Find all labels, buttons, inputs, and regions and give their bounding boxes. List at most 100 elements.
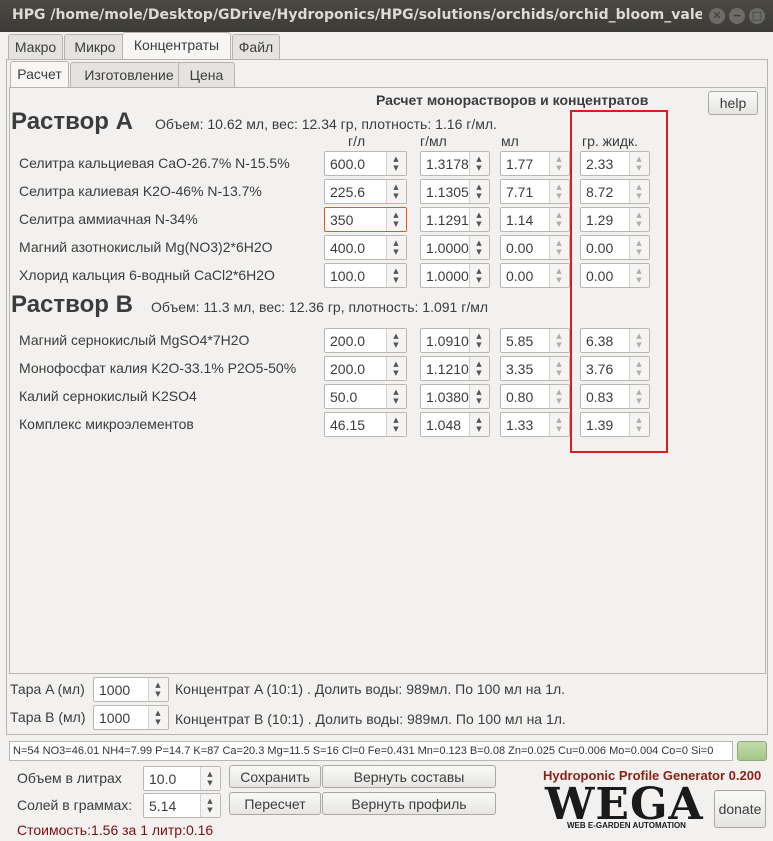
grams-per-liter-input[interactable] <box>325 264 388 287</box>
milliliters-input[interactable] <box>501 264 551 287</box>
grams-per-liter-input[interactable] <box>325 152 388 175</box>
spin-down-icon[interactable]: ▼ <box>555 341 563 349</box>
spin-down-icon[interactable]: ▼ <box>392 220 400 228</box>
spin-down-icon[interactable]: ▼ <box>392 369 400 377</box>
milliliters-input[interactable] <box>501 208 551 231</box>
spin-down-icon[interactable]: ▼ <box>154 718 162 726</box>
spin-up-icon[interactable]: ▲ <box>555 388 563 396</box>
spin-down-icon[interactable]: ▼ <box>392 397 400 405</box>
grams-per-liter-input[interactable] <box>325 385 388 408</box>
restore-profile-button[interactable]: Вернуть профиль <box>322 792 496 815</box>
spin-up-icon[interactable]: ▲ <box>475 416 483 424</box>
spin-up-icon[interactable]: ▲ <box>555 211 563 219</box>
spin-down-icon[interactable]: ▼ <box>392 341 400 349</box>
spin-down-icon[interactable]: ▼ <box>475 164 483 172</box>
milliliters-input[interactable] <box>501 413 551 436</box>
spin-down-icon[interactable]: ▼ <box>475 276 483 284</box>
tab-calculation[interactable]: Расчет <box>10 61 69 88</box>
spin-up-icon[interactable]: ▲ <box>555 332 563 340</box>
spin-down-icon[interactable]: ▼ <box>475 220 483 228</box>
spin-up-icon[interactable]: ▲ <box>475 155 483 163</box>
density-input[interactable] <box>421 236 471 259</box>
grams-per-liter-input[interactable] <box>325 208 388 231</box>
spin-up-icon[interactable]: ▲ <box>206 797 214 805</box>
maximize-icon[interactable]: □ <box>749 8 765 24</box>
tara-a-input[interactable] <box>94 678 150 701</box>
volume-input[interactable] <box>144 767 202 790</box>
spin-up-icon[interactable]: ▲ <box>206 770 214 778</box>
spin-down-icon[interactable]: ▼ <box>555 248 563 256</box>
tara-b-input[interactable] <box>94 706 150 729</box>
density-input[interactable] <box>421 208 471 231</box>
help-button[interactable]: help <box>708 91 758 115</box>
density-input[interactable] <box>421 180 471 203</box>
salts-input[interactable] <box>144 794 202 817</box>
grams-per-liter-input[interactable] <box>325 180 388 203</box>
minimize-icon[interactable]: − <box>729 8 745 24</box>
spin-down-icon[interactable]: ▼ <box>392 192 400 200</box>
grams-per-liter-input[interactable] <box>325 329 388 352</box>
grams-per-liter-input[interactable] <box>325 413 388 436</box>
spin-up-icon[interactable]: ▲ <box>555 183 563 191</box>
spin-down-icon[interactable]: ▼ <box>154 690 162 698</box>
milliliters-input[interactable] <box>501 180 551 203</box>
milliliters-input[interactable] <box>501 329 551 352</box>
spin-down-icon[interactable]: ▼ <box>475 192 483 200</box>
spin-down-icon[interactable]: ▼ <box>206 779 214 787</box>
spin-up-icon[interactable]: ▲ <box>392 267 400 275</box>
spin-up-icon[interactable]: ▲ <box>475 211 483 219</box>
spin-up-icon[interactable]: ▲ <box>475 183 483 191</box>
spin-up-icon[interactable]: ▲ <box>555 267 563 275</box>
spin-up-icon[interactable]: ▲ <box>475 332 483 340</box>
save-button[interactable]: Сохранить <box>229 765 321 788</box>
spin-down-icon[interactable]: ▼ <box>555 220 563 228</box>
spin-up-icon[interactable]: ▲ <box>154 709 162 717</box>
tab-file[interactable]: Файл <box>232 34 280 59</box>
spin-up-icon[interactable]: ▲ <box>392 416 400 424</box>
tab-manufacturing[interactable]: Изготовление <box>70 62 188 87</box>
grams-per-liter-input[interactable] <box>325 236 388 259</box>
spin-up-icon[interactable]: ▲ <box>475 239 483 247</box>
spin-down-icon[interactable]: ▼ <box>392 276 400 284</box>
spin-down-icon[interactable]: ▼ <box>555 369 563 377</box>
spin-up-icon[interactable]: ▲ <box>475 360 483 368</box>
spin-up-icon[interactable]: ▲ <box>154 681 162 689</box>
milliliters-input[interactable] <box>501 357 551 380</box>
grams-per-liter-input[interactable] <box>325 357 388 380</box>
density-input[interactable] <box>421 357 471 380</box>
spin-down-icon[interactable]: ▼ <box>392 248 400 256</box>
donate-button[interactable]: donate <box>714 790 766 828</box>
spin-down-icon[interactable]: ▼ <box>206 806 214 814</box>
spin-down-icon[interactable]: ▼ <box>555 397 563 405</box>
tab-concentrates[interactable]: Концентраты <box>122 32 231 59</box>
milliliters-input[interactable] <box>501 152 551 175</box>
spin-down-icon[interactable]: ▼ <box>475 425 483 433</box>
milliliters-input[interactable] <box>501 236 551 259</box>
spin-up-icon[interactable]: ▲ <box>555 416 563 424</box>
milliliters-input[interactable] <box>501 385 551 408</box>
close-icon[interactable]: ✕ <box>709 8 725 24</box>
spin-up-icon[interactable]: ▲ <box>555 239 563 247</box>
tab-macro[interactable]: Макро <box>8 34 63 59</box>
density-input[interactable] <box>421 152 471 175</box>
tab-micro[interactable]: Микро <box>64 34 126 59</box>
spin-up-icon[interactable]: ▲ <box>392 155 400 163</box>
restore-compositions-button[interactable]: Вернуть составы <box>322 765 496 788</box>
spin-up-icon[interactable]: ▲ <box>392 332 400 340</box>
spin-up-icon[interactable]: ▲ <box>392 388 400 396</box>
spin-down-icon[interactable]: ▼ <box>475 341 483 349</box>
spin-up-icon[interactable]: ▲ <box>475 388 483 396</box>
density-input[interactable] <box>421 385 471 408</box>
spin-up-icon[interactable]: ▲ <box>555 155 563 163</box>
spin-up-icon[interactable]: ▲ <box>392 211 400 219</box>
spin-down-icon[interactable]: ▼ <box>555 192 563 200</box>
spin-down-icon[interactable]: ▼ <box>555 276 563 284</box>
spin-up-icon[interactable]: ▲ <box>392 183 400 191</box>
spin-down-icon[interactable]: ▼ <box>555 164 563 172</box>
spin-down-icon[interactable]: ▼ <box>555 425 563 433</box>
spin-down-icon[interactable]: ▼ <box>475 397 483 405</box>
spin-up-icon[interactable]: ▲ <box>475 267 483 275</box>
spin-up-icon[interactable]: ▲ <box>392 360 400 368</box>
recalculate-button[interactable]: Пересчет <box>229 792 321 815</box>
status-indicator-button[interactable] <box>737 741 767 761</box>
